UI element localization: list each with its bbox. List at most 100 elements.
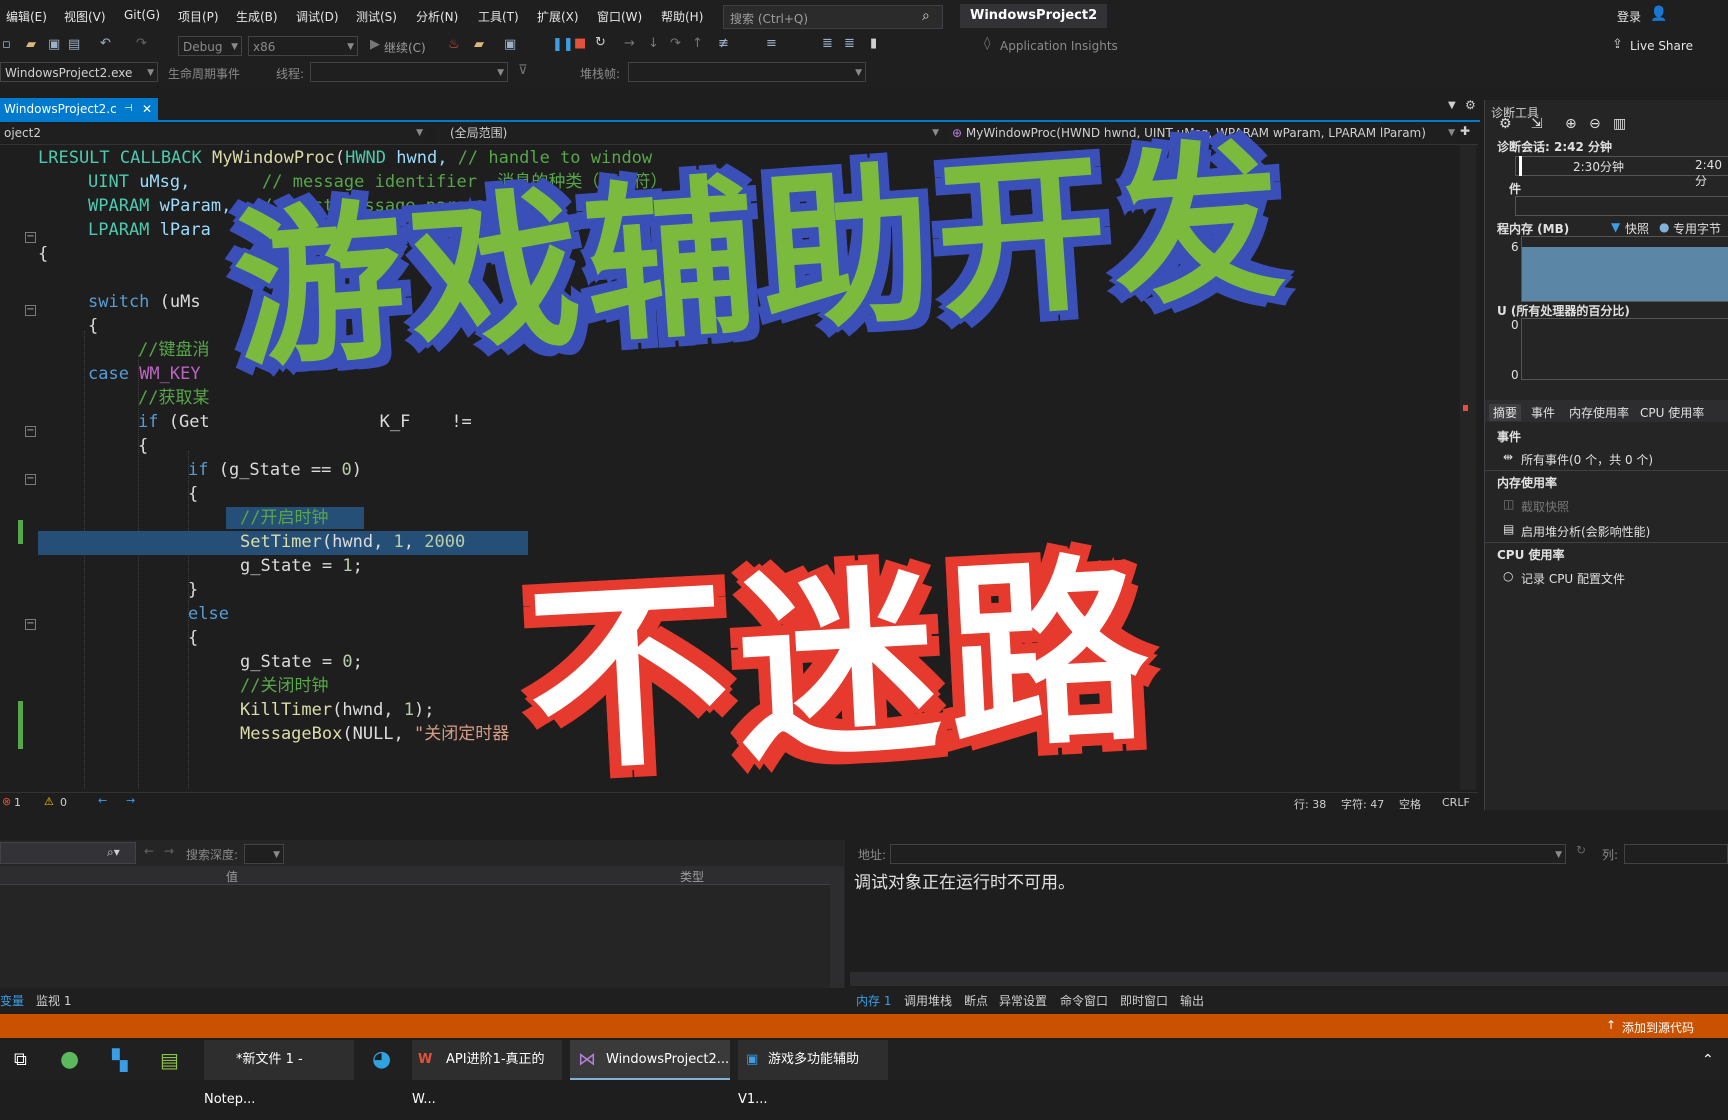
add-to-source-control[interactable]: 添加到源代码 xyxy=(1622,1019,1694,1036)
breakpoint-toggle-icon[interactable]: ≢ xyxy=(718,36,729,51)
undo-icon[interactable]: ↶ xyxy=(100,36,111,51)
address-input[interactable]: ▼ xyxy=(890,844,1566,864)
diag-export-icon[interactable]: ⇲ xyxy=(1531,116,1543,132)
continue-button[interactable]: 继续(C) xyxy=(384,39,426,56)
tab-windowsproject2-c[interactable]: WindowsProject2.c ⊣ ✕ xyxy=(0,98,158,120)
menu-tools[interactable]: 工具(T) xyxy=(478,8,519,25)
lifecycle-events-button[interactable]: 生命周期事件 xyxy=(168,65,240,82)
thread-select[interactable]: ▼ xyxy=(310,62,508,82)
columns-select[interactable] xyxy=(1624,844,1728,864)
navigate-back-icon[interactable]: ← xyxy=(98,794,107,807)
zoom-out-icon[interactable]: ⊖ xyxy=(1589,116,1601,132)
source-control-arrow-icon[interactable]: ↑ xyxy=(1606,1018,1616,1032)
menu-git[interactable]: Git(G) xyxy=(124,8,160,22)
fold-toggle[interactable]: − xyxy=(25,619,36,630)
save-icon[interactable]: ▣ xyxy=(48,37,60,52)
eol-indicator[interactable]: CRLF xyxy=(1442,796,1470,809)
tab-memory-usage[interactable]: 内存使用率 xyxy=(1569,404,1629,421)
show-next-statement-icon[interactable]: → xyxy=(624,36,635,51)
menu-help[interactable]: 帮助(H) xyxy=(661,8,703,25)
live-share-button[interactable]: Live Share xyxy=(1630,39,1693,53)
char-indicator[interactable]: 字符: 47 xyxy=(1341,796,1384,812)
app-insights-button[interactable]: Application Insights xyxy=(1000,39,1118,53)
menu-test[interactable]: 测试(S) xyxy=(356,8,397,25)
platform-select[interactable]: x86 ▼ xyxy=(248,36,358,56)
bookmark-icon[interactable]: ▮ xyxy=(870,36,877,51)
screenshot-icon[interactable]: ▣ xyxy=(504,37,516,52)
tab-command-window[interactable]: 命令窗口 xyxy=(1060,992,1108,1009)
timeline-cursor[interactable] xyxy=(1519,156,1522,176)
tab-exception-settings[interactable]: 异常设置 xyxy=(999,992,1047,1009)
save-all-icon[interactable]: ▤ xyxy=(68,37,80,52)
fold-toggle[interactable]: − xyxy=(25,474,36,485)
cpu-graph[interactable] xyxy=(1521,318,1728,380)
lightbulb-icon[interactable]: ◊ xyxy=(984,36,990,51)
menu-analyze[interactable]: 分析(N) xyxy=(416,8,458,25)
tab-cpu-usage[interactable]: CPU 使用率 xyxy=(1640,404,1704,421)
taskbar-game-helper[interactable]: ▣ 游戏多功能辅助 V1... xyxy=(738,1040,888,1107)
menu-project[interactable]: 项目(P) xyxy=(178,8,219,25)
tab-dropdown-icon[interactable]: ▼ xyxy=(1448,100,1456,111)
menu-view[interactable]: 视图(V) xyxy=(64,8,106,25)
taskbar-notepad[interactable]: *新文件 1 - Notep... xyxy=(204,1040,354,1107)
search-back-icon[interactable]: ← xyxy=(144,844,154,858)
taskbar-visual-studio[interactable]: ⋈ WindowsProject2... xyxy=(570,1040,730,1080)
refresh-icon[interactable]: ↻ xyxy=(1576,843,1586,857)
type-column-header[interactable]: 类型 xyxy=(680,868,704,885)
tab-summary[interactable]: 摘要 xyxy=(1489,404,1522,421)
menu-window[interactable]: 窗口(W) xyxy=(597,8,642,25)
stop-icon[interactable]: ■ xyxy=(574,36,586,51)
continue-play-icon[interactable]: ▶ xyxy=(370,37,380,52)
step-over-icon[interactable]: ↷ xyxy=(670,36,681,51)
stackframe-select[interactable]: ▼ xyxy=(628,62,866,82)
process-icon[interactable]: ▰ xyxy=(474,37,484,52)
locals-scrollbar[interactable] xyxy=(830,866,844,988)
fold-toggle[interactable]: − xyxy=(25,426,36,437)
app-icon[interactable]: ▚ xyxy=(112,1040,127,1080)
reset-view-icon[interactable]: ▥ xyxy=(1613,116,1626,132)
uncomment-icon[interactable]: ≣ xyxy=(844,36,855,51)
line-indicator[interactable]: 行: 38 xyxy=(1294,796,1326,812)
process-select[interactable]: WindowsProject2.exe ▼ xyxy=(0,62,158,82)
memory-scrollbar[interactable] xyxy=(850,972,1728,986)
restart-icon[interactable]: ↻ xyxy=(595,35,606,50)
take-snapshot-button[interactable]: 截取快照 xyxy=(1521,498,1569,515)
menu-build[interactable]: 生成(B) xyxy=(236,8,278,25)
all-events-link[interactable]: 所有事件(0 个，共 0 个) xyxy=(1521,451,1653,468)
tab-events[interactable]: 事件 xyxy=(1531,404,1555,421)
whitespace-indicator[interactable]: 空格 xyxy=(1399,796,1421,812)
warning-icon[interactable]: ⚠ xyxy=(44,795,54,808)
step-out-icon[interactable]: ↑ xyxy=(692,36,703,51)
navigate-forward-icon[interactable]: → xyxy=(126,794,135,807)
pause-icon[interactable]: ❚❚ xyxy=(552,37,574,52)
redo-icon[interactable]: ↷ xyxy=(136,36,147,51)
locals-search-input[interactable]: ⌕▾ xyxy=(0,842,136,864)
live-share-icon[interactable]: ⇪ xyxy=(1612,37,1623,52)
zoom-in-icon[interactable]: ⊕ xyxy=(1565,116,1577,132)
editor-vertical-scrollbar[interactable] xyxy=(1460,145,1476,790)
heap-analysis-button[interactable]: 启用堆分析(会影响性能) xyxy=(1521,523,1650,540)
record-cpu-button[interactable]: 记录 CPU 配置文件 xyxy=(1521,570,1625,587)
memory-graph[interactable] xyxy=(1521,236,1728,302)
split-editor-icon[interactable]: ✚ xyxy=(1460,124,1470,138)
user-icon[interactable]: 👤 xyxy=(1650,6,1667,22)
tab-locals[interactable]: 变量 xyxy=(0,992,24,1009)
fold-toggle[interactable]: − xyxy=(25,232,36,243)
menu-edit[interactable]: 编辑(E) xyxy=(6,8,47,25)
close-tab-icon[interactable]: ✕ xyxy=(142,98,152,120)
step-into-icon[interactable]: ↓ xyxy=(648,36,659,51)
task-view-icon[interactable]: ⧉ xyxy=(14,1040,27,1080)
hex-display-icon[interactable]: ≡ xyxy=(766,36,777,51)
warning-count[interactable]: 0 xyxy=(60,796,67,809)
error-count[interactable]: 1 xyxy=(14,796,21,809)
pin-icon[interactable]: ⊣ xyxy=(124,98,133,120)
error-icon[interactable]: ⊗ xyxy=(2,795,11,808)
tab-breakpoints[interactable]: 断点 xyxy=(964,992,988,1009)
open-folder-icon[interactable]: ▰ xyxy=(26,37,36,52)
app-icon[interactable]: ● xyxy=(60,1040,79,1080)
hot-reload-icon[interactable]: ♨ xyxy=(448,37,460,52)
tab-watch1[interactable]: 监视 1 xyxy=(36,992,71,1009)
notepad-plus-icon[interactable]: ▤ xyxy=(160,1040,179,1080)
search-input[interactable]: 搜索 (Ctrl+Q) ⌕ xyxy=(723,5,943,29)
login-link[interactable]: 登录 xyxy=(1617,8,1641,25)
